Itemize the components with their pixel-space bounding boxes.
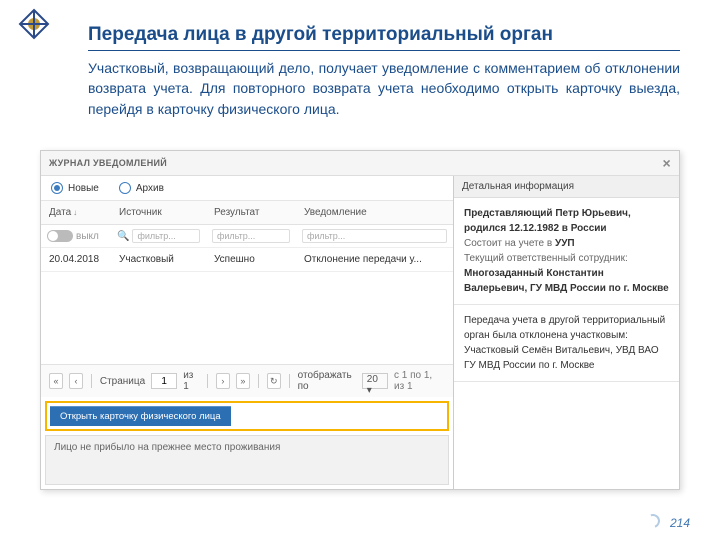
radio-new[interactable]: Новые (51, 182, 99, 194)
pager-last[interactable]: » (236, 373, 250, 389)
perpage-label: отображать по (298, 370, 356, 392)
cell-source: Участковый (111, 248, 206, 271)
radio-off-icon (119, 182, 131, 194)
pager-of: из 1 (183, 370, 199, 392)
cell-date: 20.04.2018 (41, 248, 111, 271)
pager-next[interactable]: › (216, 373, 230, 389)
detail-header: Детальная информация (454, 176, 679, 198)
col-result[interactable]: Результат (206, 201, 296, 224)
radio-archive[interactable]: Архив (119, 182, 164, 194)
pager-page-label: Страница (100, 376, 145, 387)
filter-toggle-cell: выкл (41, 225, 111, 247)
search-icon: 🔍 (117, 231, 129, 242)
detail-pane: Детальная информация Представляющий Петр… (454, 176, 679, 489)
app-title: ЖУРНАЛ УВЕДОМЛЕНИЙ (49, 158, 167, 168)
grid-header: Дата↓ Источник Результат Уведомление (41, 201, 453, 225)
cell-notice: Отклонение передачи у... (296, 248, 453, 271)
page-number: 214 (670, 516, 690, 530)
pager: « ‹ Страница из 1 › » ↻ отображать по 20… (41, 364, 453, 397)
note-text: Лицо не прибыло на прежнее место прожива… (45, 435, 449, 485)
app-header: ЖУРНАЛ УВЕДОМЛЕНИЙ × (41, 151, 679, 176)
col-notice[interactable]: Уведомление (296, 201, 453, 224)
filter-notice[interactable]: фильтр... (302, 229, 447, 243)
cell-result: Успешно (206, 248, 296, 271)
detail-person-block: Представляющий Петр Юрьевич, родился 12.… (454, 198, 679, 305)
left-pane: Новые Архив Дата↓ Источник Результат Уве… (41, 176, 454, 489)
decor-swoosh (644, 512, 663, 531)
radio-new-label: Новые (68, 183, 99, 194)
status-label: Состоит на учете в (464, 238, 552, 249)
pager-refresh[interactable]: ↻ (267, 373, 281, 389)
open-person-card-button[interactable]: Открыть карточку физического лица (50, 406, 231, 426)
col-source[interactable]: Источник (111, 201, 206, 224)
detail-message: Передача учета в другой территориальный … (454, 305, 679, 382)
perpage-select[interactable]: 20 ▾ (362, 373, 388, 389)
pager-page-input[interactable] (151, 373, 177, 389)
status-value: УУП (555, 238, 575, 249)
resp-value: Многозаданный Константин Валерьевич, ГУ … (464, 268, 669, 294)
app-window: ЖУРНАЛ УВЕДОМЛЕНИЙ × Новые Архив Дата↓ И… (40, 150, 680, 490)
pager-first[interactable]: « (49, 373, 63, 389)
table-row[interactable]: 20.04.2018 Участковый Успешно Отклонение… (41, 248, 453, 272)
slide-title: Передача лица в другой территориальный о… (88, 24, 680, 51)
view-radio-group: Новые Архив (41, 176, 453, 201)
pager-range: с 1 по 1, из 1 (394, 370, 445, 392)
person-label: Представляющий (464, 208, 553, 219)
radio-on-icon (51, 182, 63, 194)
pager-prev[interactable]: ‹ (69, 373, 83, 389)
filter-source[interactable]: фильтр... (132, 229, 200, 243)
col-date[interactable]: Дата↓ (41, 201, 111, 224)
filter-toggle-label: выкл (76, 231, 99, 242)
slide-intro: Участковый, возвращающий дело, получает … (88, 58, 680, 119)
close-icon[interactable]: × (663, 155, 671, 171)
sort-desc-icon: ↓ (73, 208, 77, 217)
radio-archive-label: Архив (136, 183, 164, 194)
filter-result[interactable]: фильтр... (212, 229, 290, 243)
grid-filter-row: выкл 🔍фильтр... фильтр... фильтр... (41, 225, 453, 248)
filter-toggle[interactable] (47, 230, 73, 242)
mvd-logo (18, 8, 50, 40)
resp-label: Текущий ответственный сотрудник: (464, 253, 628, 264)
highlighted-action: Открыть карточку физического лица (45, 401, 449, 431)
